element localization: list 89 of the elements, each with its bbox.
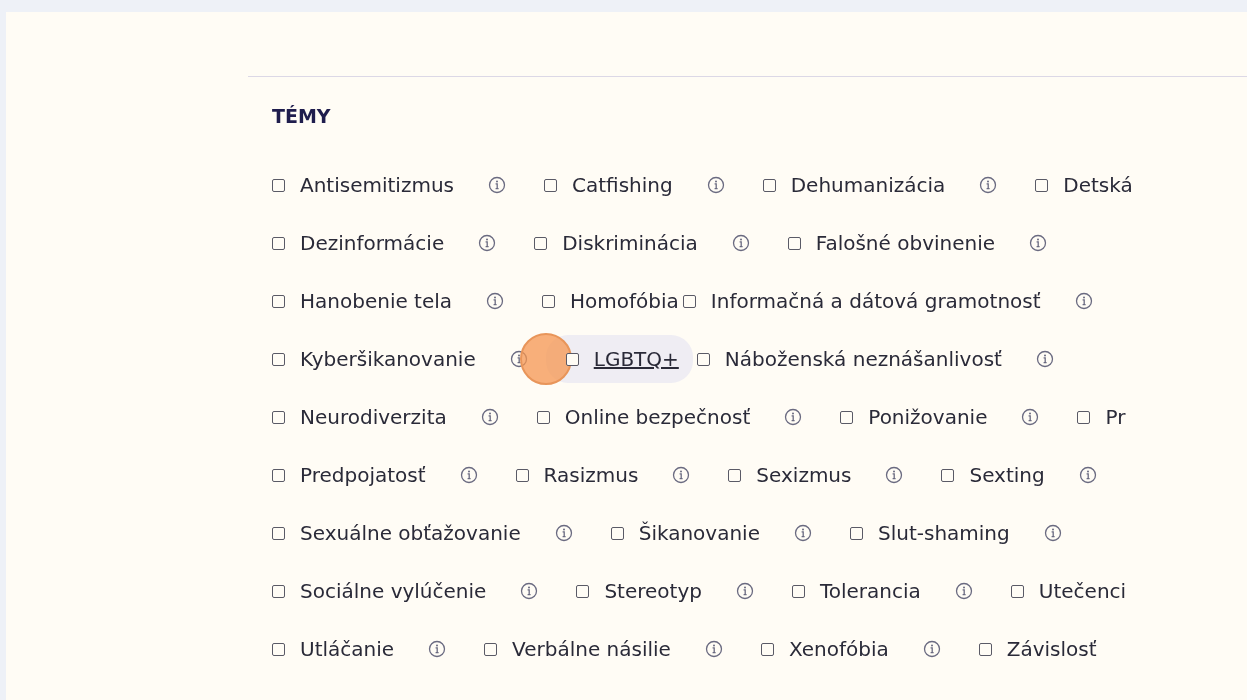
checkbox[interactable] — [696, 352, 710, 366]
topic-label[interactable]: Sexting — [969, 463, 1045, 487]
info-icon[interactable] — [480, 408, 499, 426]
checkbox[interactable] — [542, 294, 556, 308]
topic-label[interactable]: Utláčanie — [300, 637, 395, 661]
info-icon[interactable] — [979, 176, 998, 194]
info-icon[interactable] — [784, 408, 803, 426]
info-icon[interactable] — [520, 582, 539, 600]
topic-link[interactable]: LGBTQ+ — [593, 347, 679, 371]
topic-label[interactable]: Pr — [1105, 405, 1126, 429]
info-icon[interactable] — [731, 234, 750, 252]
checkbox[interactable] — [484, 642, 498, 656]
checkbox[interactable] — [515, 468, 529, 482]
checkbox[interactable] — [544, 178, 557, 192]
info-icon[interactable] — [488, 176, 506, 194]
topic-label[interactable]: Catfishing — [572, 173, 673, 197]
topic-label[interactable]: Sociálne vylúčenie — [300, 579, 487, 603]
info-icon[interactable] — [1035, 350, 1054, 368]
topic-label[interactable]: Kyberšikanovanie — [300, 347, 476, 371]
checkbox[interactable] — [1010, 584, 1024, 598]
checkbox[interactable] — [1035, 178, 1049, 192]
checkbox[interactable] — [787, 236, 801, 250]
topic-label[interactable]: Falošné obvinenie — [815, 231, 996, 255]
topic-label[interactable]: Dehumanizácia — [790, 173, 946, 197]
info-icon[interactable] — [922, 640, 941, 658]
info-icon[interactable] — [704, 640, 723, 658]
checkbox[interactable] — [978, 642, 992, 656]
topic-label[interactable]: Homofóbia — [570, 289, 679, 313]
checkbox[interactable] — [272, 178, 285, 192]
topic-label[interactable]: Neurodiverzita — [300, 405, 447, 429]
checkbox[interactable] — [791, 584, 805, 598]
info-icon[interactable] — [428, 640, 447, 658]
topic-label[interactable]: Hanobenie tela — [300, 289, 453, 313]
checkbox[interactable] — [272, 236, 285, 250]
checkbox[interactable] — [1077, 410, 1091, 424]
topic-label[interactable]: Xenofóbia — [788, 637, 889, 661]
topic-label[interactable]: Ponižovanie — [868, 405, 988, 429]
checkbox[interactable] — [272, 642, 285, 656]
topic-label[interactable]: Dezinformácie — [300, 231, 445, 255]
topic-label[interactable]: Diskriminácia — [562, 231, 698, 255]
info-icon[interactable] — [1074, 292, 1093, 310]
topic-label[interactable]: Sexizmus — [756, 463, 852, 487]
topic-label[interactable]: Tolerancia — [819, 579, 921, 603]
checkbox[interactable] — [576, 584, 590, 598]
topic-label[interactable]: Verbálne násilie — [512, 637, 671, 661]
checkbox[interactable] — [850, 526, 863, 540]
topic-label[interactable]: Detská — [1063, 173, 1133, 197]
checkbox[interactable] — [272, 352, 285, 366]
topic-label[interactable]: Informačná a dátová gramotnosť — [710, 289, 1041, 313]
checkbox[interactable] — [536, 410, 550, 424]
section-title: TÉMY — [272, 105, 332, 127]
checkbox[interactable] — [840, 410, 854, 424]
checkbox[interactable] — [272, 410, 285, 424]
info-icon[interactable] — [706, 176, 725, 194]
info-icon[interactable] — [735, 582, 754, 600]
info-icon[interactable] — [554, 524, 573, 542]
info-icon[interactable] — [794, 524, 812, 542]
topic-label[interactable]: Stereotyp — [604, 579, 702, 603]
info-icon[interactable] — [459, 466, 478, 484]
topic-label[interactable]: Rasizmus — [543, 463, 639, 487]
topic-label[interactable]: Utečenci — [1038, 579, 1127, 603]
checkbox[interactable] — [941, 468, 955, 482]
info-icon[interactable] — [1021, 408, 1040, 426]
topic-label[interactable]: Sexuálne obťažovanie — [300, 521, 521, 545]
checkbox[interactable] — [762, 178, 776, 192]
topic-label[interactable]: Antisemitizmus — [300, 173, 454, 197]
checkbox[interactable] — [610, 526, 624, 540]
info-icon[interactable] — [885, 466, 904, 484]
checkbox[interactable] — [272, 584, 285, 598]
checkbox[interactable] — [272, 526, 285, 540]
info-icon[interactable] — [1029, 234, 1048, 252]
info-icon[interactable] — [1078, 466, 1097, 484]
checkbox[interactable] — [272, 294, 285, 308]
checkbox[interactable] — [534, 236, 548, 250]
topic-label[interactable]: Predpojatosť — [300, 463, 426, 487]
topic-label[interactable]: Náboženská neznášanlivosť — [724, 347, 1002, 371]
info-icon[interactable] — [1043, 524, 1062, 542]
info-icon[interactable] — [672, 466, 691, 484]
info-icon[interactable] — [478, 234, 497, 252]
checkbox[interactable] — [728, 468, 742, 482]
topic-label[interactable]: Závislosť — [1006, 637, 1097, 661]
checkbox[interactable] — [682, 294, 696, 308]
checkbox[interactable] — [272, 468, 285, 482]
checkbox[interactable] — [760, 642, 774, 656]
info-icon[interactable] — [486, 292, 505, 310]
topic-label[interactable]: Online bezpečnosť — [564, 405, 751, 429]
topic-label[interactable]: Šikanovanie — [638, 521, 760, 545]
topic-label[interactable]: Slut-shaming — [878, 521, 1010, 545]
info-icon[interactable] — [954, 582, 973, 600]
